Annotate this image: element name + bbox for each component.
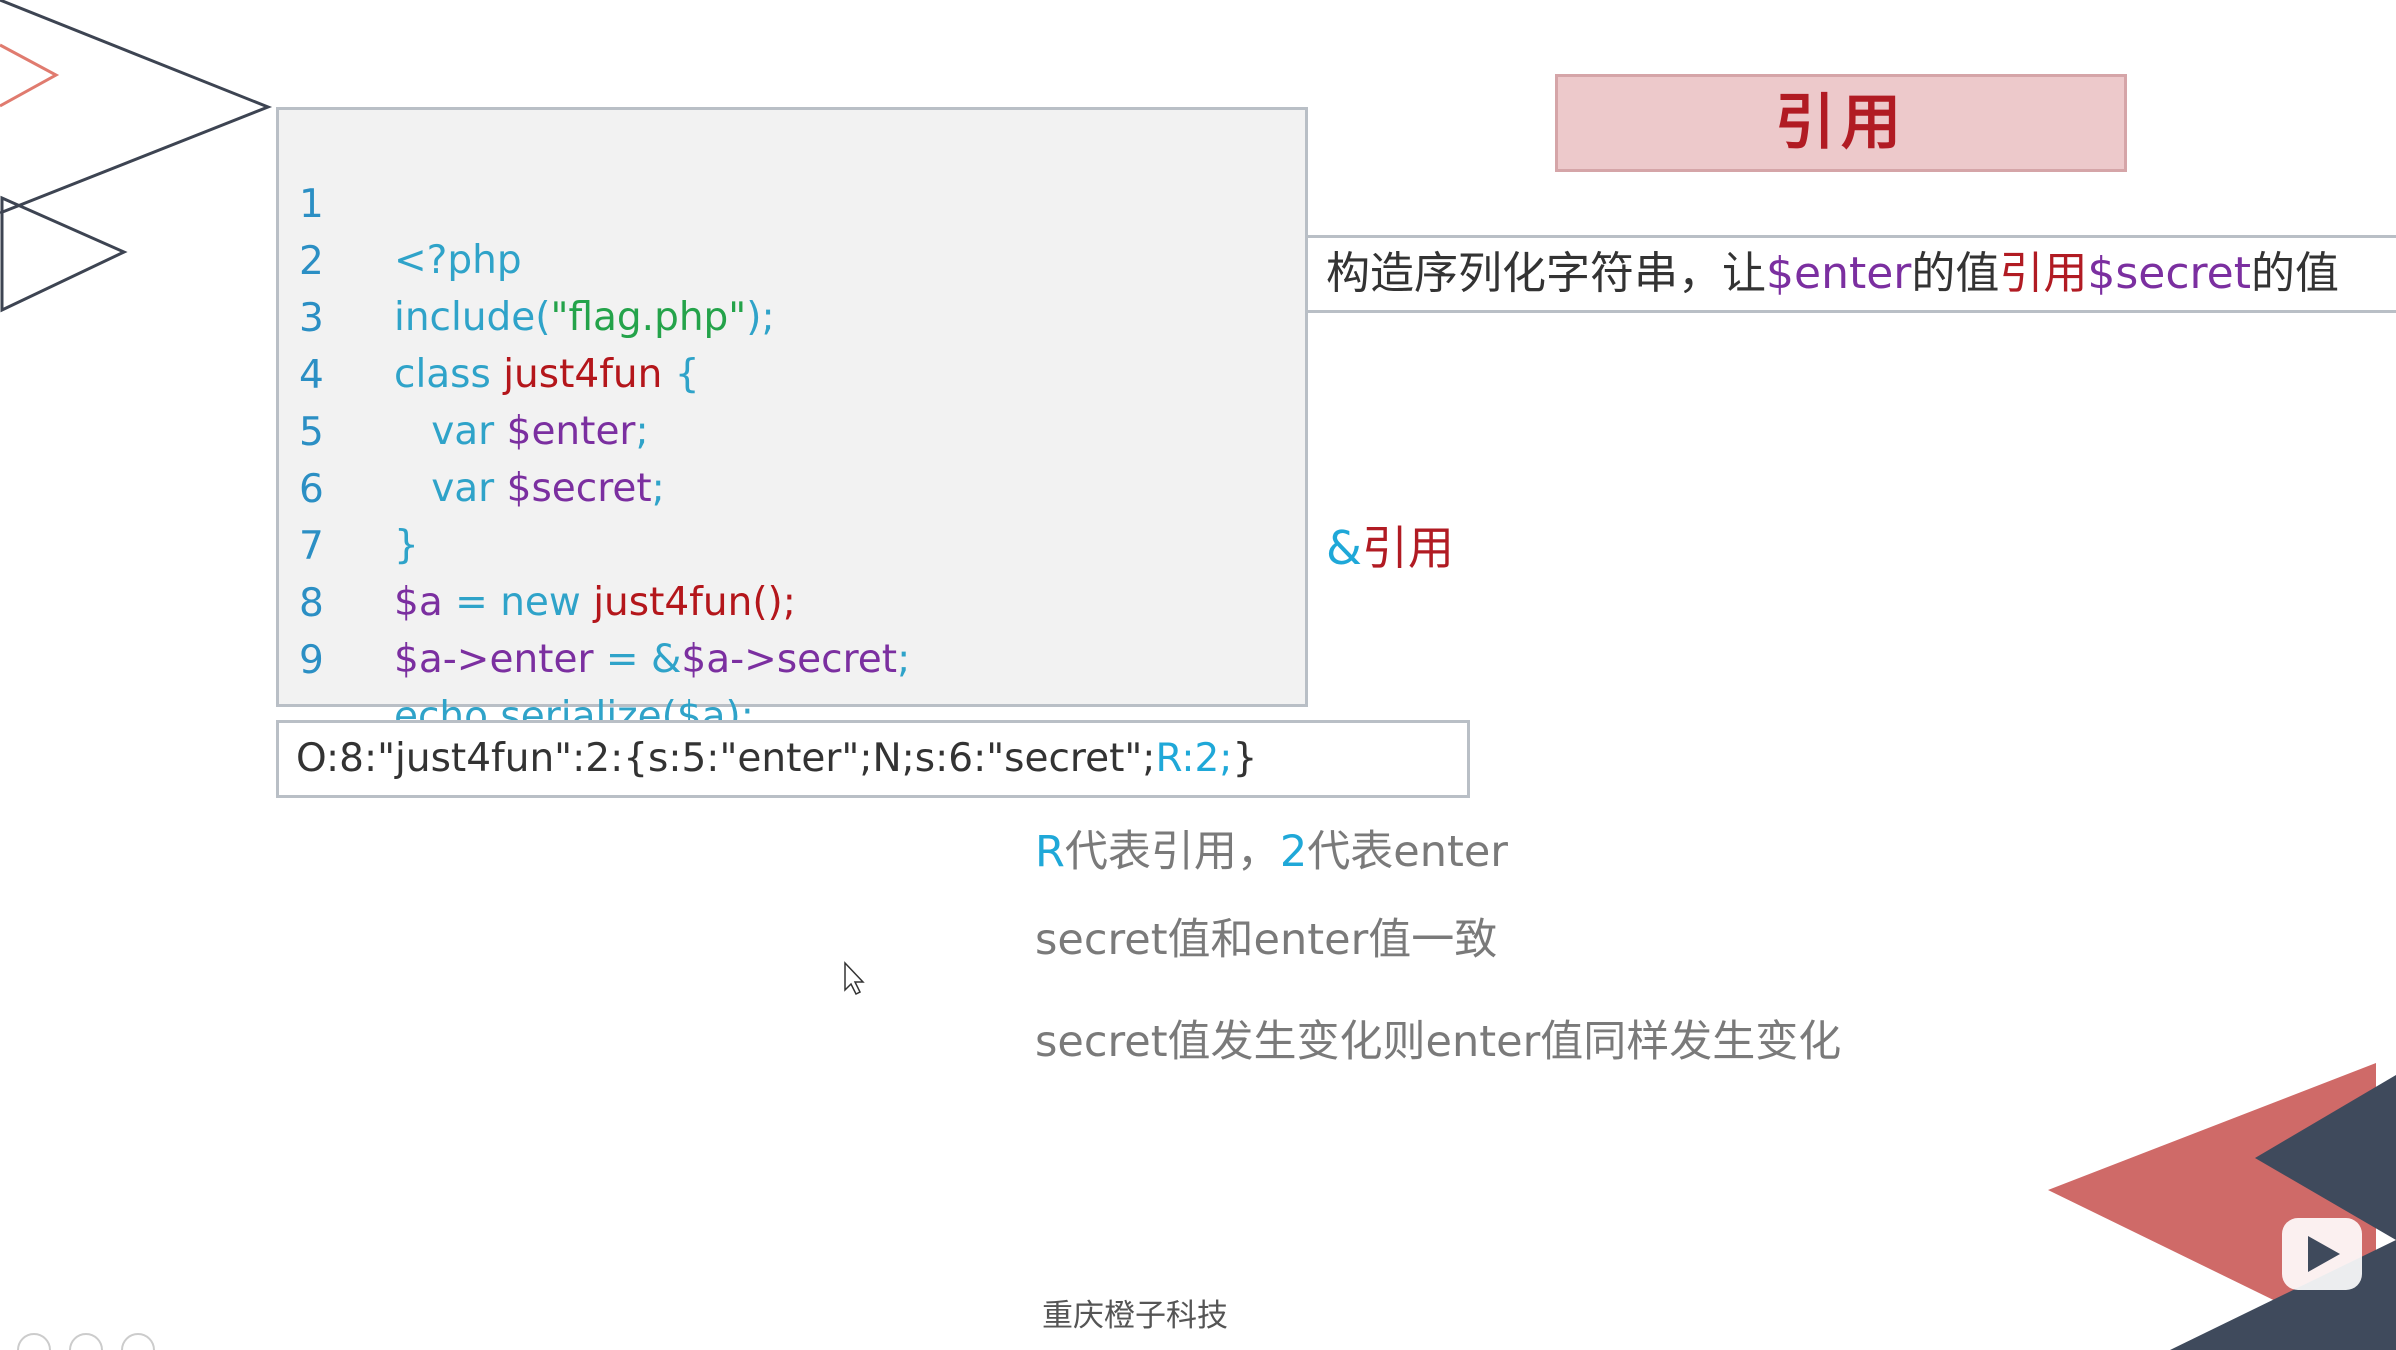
footer-text: 重庆橙子科技	[1042, 1298, 1228, 1334]
note-r-meaning: R代表引用，2代表enter	[1035, 822, 1508, 882]
note-consistent: secret值和enter值一致	[1035, 915, 1498, 965]
play-logo-icon	[2282, 1218, 2362, 1290]
code-line: 8 $a->enter = &$a->secret;	[279, 520, 910, 682]
serialized-text: O:8:"just4fun":2:{s:5:"enter";N;s:6:"sec…	[296, 736, 1156, 781]
code-line: 2 include("flag.php");	[279, 178, 775, 340]
code-keyword: var	[431, 466, 507, 511]
code-class-name: just4fun	[503, 352, 663, 397]
circle-icon	[69, 1333, 103, 1350]
code-token: );	[746, 295, 775, 340]
watermark: 橙子科技工作室	[1810, 1271, 2146, 1325]
code-string: "flag.php"	[550, 295, 747, 340]
code-variable: $enter	[506, 409, 636, 454]
description-prefix: 构造序列化字符串，让	[1326, 248, 1766, 299]
code-token: ;	[897, 637, 911, 682]
description-suffix: 的值	[2251, 248, 2339, 299]
code-token: ;	[651, 466, 665, 511]
note-text: 代表enter	[1307, 827, 1508, 877]
serialized-output: O:8:"just4fun":2:{s:5:"enter";N;s:6:"sec…	[276, 720, 1470, 798]
code-line: 1 <?php	[279, 121, 522, 283]
code-line: 6 }	[279, 406, 419, 568]
code-token: include(	[394, 295, 551, 340]
code-text: var $enter;	[394, 404, 649, 460]
circle-icon	[121, 1333, 155, 1350]
code-token: = &	[593, 637, 682, 682]
triangle-decoration	[0, 195, 128, 313]
triangle-decoration	[0, 0, 273, 215]
reference-label: &引用	[1326, 516, 1454, 580]
code-keyword: var	[431, 409, 507, 454]
description-var-secret: $secret	[2087, 248, 2251, 299]
code-token: = new	[442, 580, 594, 625]
code-text: }	[394, 523, 419, 568]
description-var-enter: $enter	[1766, 248, 1912, 299]
cursor-icon	[844, 961, 865, 996]
serialized-end: }	[1232, 736, 1258, 781]
code-text: $a = new just4fun();	[394, 575, 796, 631]
code-line: 3 class just4fun {	[279, 235, 700, 397]
code-token: ;	[635, 409, 649, 454]
code-token: {	[662, 352, 700, 397]
code-keyword: class	[394, 352, 504, 397]
line-number: 9	[299, 638, 324, 683]
code-line: 7 $a = new just4fun();	[279, 463, 796, 625]
code-line: 5 var $secret;	[279, 349, 665, 511]
circle-icon	[17, 1333, 51, 1350]
code-text: <?php	[394, 238, 522, 283]
code-variable: $a	[394, 580, 443, 625]
code-variable: $secret	[506, 466, 652, 511]
reference-text: 引用	[1361, 521, 1454, 575]
description-ref-word: 引用	[1999, 248, 2088, 299]
serialized-reference: R:2;	[1155, 736, 1233, 781]
note-number: 2	[1279, 827, 1308, 877]
code-panel: 1 <?php 2 include("flag.php"); 3 class j…	[276, 107, 1308, 739]
code-variable: $a->enter	[394, 637, 594, 682]
note-change: secret值发生变化则enter值同样发生变化	[1035, 1017, 1842, 1067]
note-text: 代表引用，	[1064, 827, 1280, 877]
code-call: just4fun();	[593, 580, 796, 625]
code-text: include("flag.php");	[394, 290, 775, 346]
reference-symbol: &	[1326, 521, 1362, 575]
code-text: var $secret;	[394, 461, 665, 517]
note-r: R	[1035, 827, 1065, 877]
code-line: 9 echo serialize($a);	[279, 577, 754, 739]
triangle-decoration	[0, 43, 60, 108]
code-line: 4 var $enter;	[279, 292, 649, 454]
code-text: $a->enter = &$a->secret;	[394, 632, 910, 688]
description-row: 构造序列化字符串，让$enter的值引用$secret的值	[1308, 235, 2396, 313]
page-title: 引用	[1555, 74, 2127, 172]
code-text: class just4fun {	[394, 347, 700, 403]
code-variable: $a->secret	[681, 637, 898, 682]
description-mid: 的值	[1911, 248, 2000, 299]
